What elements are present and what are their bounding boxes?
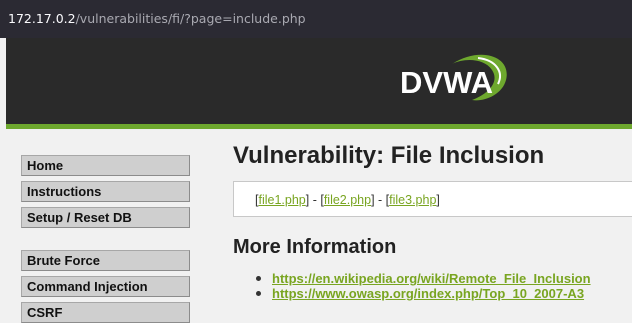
page-title: Vulnerability: File Inclusion — [233, 142, 545, 169]
owasp-link[interactable]: https://www.owasp.org/index.php/Top_10_2… — [272, 286, 584, 301]
bullet-icon — [256, 291, 261, 296]
menu-item-csrf[interactable]: CSRF — [21, 302, 190, 323]
file2-link[interactable]: file2.php — [324, 193, 371, 207]
wikipedia-link[interactable]: https://en.wikipedia.org/wiki/Remote_Fil… — [272, 271, 591, 286]
url-path: /vulnerabilities/fi/?page=include.php — [75, 11, 306, 26]
menu-item-brute-force[interactable]: Brute Force — [21, 250, 190, 271]
header-divider — [6, 124, 632, 129]
site-header — [6, 38, 632, 124]
url-host: 172.17.0.2 — [8, 11, 76, 26]
file3-link[interactable]: file3.php — [389, 193, 436, 207]
bullet-icon — [256, 276, 261, 281]
list-item: https://en.wikipedia.org/wiki/Remote_Fil… — [256, 271, 591, 286]
menu-item-setup[interactable]: Setup / Reset DB — [21, 207, 190, 228]
browser-url-bar[interactable]: 172.17.0.2/vulnerabilities/fi/?page=incl… — [0, 0, 632, 38]
dvwa-logo: DVWA — [400, 54, 507, 101]
menu-item-command-injection[interactable]: Command Injection — [21, 276, 190, 297]
menu-item-home[interactable]: Home — [21, 155, 190, 176]
more-information-heading: More Information — [233, 236, 397, 258]
url-text[interactable]: 172.17.0.2/vulnerabilities/fi/?page=incl… — [8, 11, 306, 27]
file1-link[interactable]: file1.php — [258, 193, 305, 207]
more-info-links: https://en.wikipedia.org/wiki/Remote_Fil… — [256, 271, 591, 301]
menu-item-instructions[interactable]: Instructions — [21, 181, 190, 202]
file-links: [file1.php] - [file2.php] - [file3.php] — [255, 193, 440, 207]
svg-text:DVWA: DVWA — [400, 65, 493, 100]
file-links-box: [file1.php] - [file2.php] - [file3.php] — [233, 181, 632, 217]
list-item: https://www.owasp.org/index.php/Top_10_2… — [256, 286, 591, 301]
